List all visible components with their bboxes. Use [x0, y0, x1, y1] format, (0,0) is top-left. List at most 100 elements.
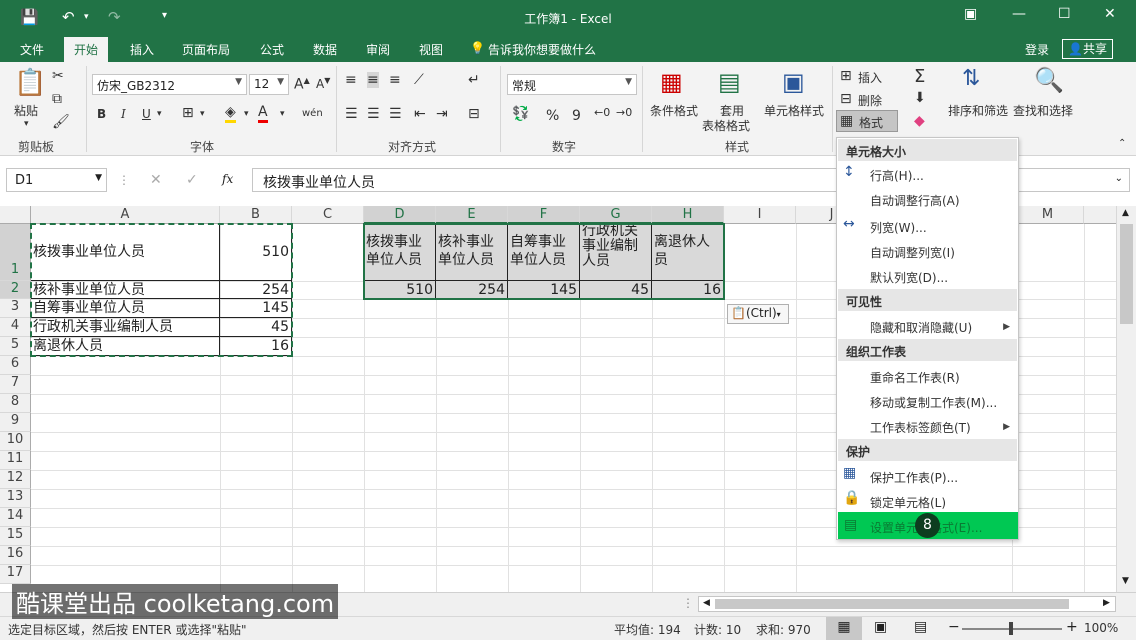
increase-indent-icon[interactable]: ⇥: [436, 106, 448, 122]
decrease-decimal-icon[interactable]: →0: [616, 106, 632, 119]
align-top-icon[interactable]: ≡: [345, 72, 357, 88]
column-header-f[interactable]: F: [508, 206, 580, 224]
tab-home[interactable]: 开始: [64, 37, 109, 62]
close-button[interactable]: ✕: [1104, 6, 1116, 22]
column-header-b[interactable]: B: [220, 206, 292, 224]
column-header-d[interactable]: D: [364, 206, 436, 224]
autosum-icon[interactable]: Σ: [914, 66, 925, 87]
menu-item-row-height[interactable]: 行高(H)...: [870, 167, 924, 184]
scroll-down-icon[interactable]: ▼: [1122, 576, 1129, 586]
row-header-2[interactable]: 2: [0, 281, 31, 299]
row-header-4[interactable]: 4: [0, 318, 31, 337]
font-name-combo[interactable]: 仿宋_GB2312 ▼: [92, 74, 247, 95]
italic-button[interactable]: I: [121, 107, 126, 121]
paste-button[interactable]: 粘贴: [14, 102, 38, 119]
orientation-icon[interactable]: ⟋: [414, 72, 424, 88]
menu-item-hide-unhide[interactable]: 隐藏和取消隐藏(U): [870, 319, 972, 336]
format-button[interactable]: ▦ 格式: [836, 110, 898, 132]
row-header-17[interactable]: 17: [0, 565, 31, 584]
page-layout-view-icon[interactable]: ▣: [874, 619, 887, 635]
menu-item-autofit-column[interactable]: 自动调整列宽(I): [870, 244, 955, 261]
align-right-icon[interactable]: ☰: [389, 106, 402, 122]
fill-color-icon[interactable]: ◈: [225, 104, 236, 123]
menu-item-rename-sheet[interactable]: 重命名工作表(R): [870, 369, 960, 386]
column-header-m[interactable]: M: [1012, 206, 1084, 224]
column-header-h[interactable]: H: [652, 206, 724, 224]
increase-font-icon[interactable]: A▲: [294, 76, 310, 93]
font-color-dropdown-icon[interactable]: ▾: [280, 109, 285, 119]
column-header-e[interactable]: E: [436, 206, 508, 224]
font-color-icon[interactable]: A: [258, 104, 268, 123]
menu-item-format-cells[interactable]: ▤ 设置单元格格式(E)... 8: [838, 512, 1018, 539]
font-size-combo[interactable]: 12 ▼: [249, 74, 289, 95]
copy-icon[interactable]: ⧉: [52, 91, 62, 107]
tab-insert[interactable]: 插入: [130, 41, 154, 58]
column-header-a[interactable]: A: [31, 206, 220, 224]
zoom-slider-thumb[interactable]: [1009, 622, 1013, 635]
column-header-g[interactable]: G: [580, 206, 652, 224]
decrease-font-icon[interactable]: A▼: [316, 76, 330, 91]
scroll-thumb[interactable]: [715, 599, 1069, 609]
cut-icon[interactable]: ✂: [52, 68, 64, 84]
tab-page-layout[interactable]: 页面布局: [182, 41, 230, 58]
tab-view[interactable]: 视图: [419, 41, 443, 58]
delete-cells-button[interactable]: 删除: [858, 92, 882, 109]
menu-item-move-copy[interactable]: 移动或复制工作表(M)...: [870, 394, 997, 411]
find-select-button[interactable]: 查找和选择: [1013, 102, 1073, 119]
insert-function-icon[interactable]: fx: [222, 172, 233, 186]
menu-item-tab-color[interactable]: 工作表标签颜色(T): [870, 419, 971, 436]
conditional-format-button[interactable]: 条件格式: [650, 102, 698, 119]
row-header-13[interactable]: 13: [0, 489, 31, 508]
paste-dropdown-icon[interactable]: ▾: [24, 119, 29, 129]
tell-me-box[interactable]: 告诉我你想要做什么: [488, 41, 596, 58]
maximize-button[interactable]: ☐: [1058, 6, 1071, 22]
login-link[interactable]: 登录: [1025, 41, 1049, 58]
row-header-5[interactable]: 5: [0, 337, 31, 356]
vertical-scrollbar[interactable]: ▲ ▼: [1116, 206, 1136, 592]
comma-button[interactable]: 9: [572, 108, 581, 124]
select-all-button[interactable]: [0, 206, 31, 224]
merge-center-icon[interactable]: ⊟: [468, 106, 480, 122]
tab-data[interactable]: 数据: [313, 41, 337, 58]
increase-decimal-icon[interactable]: ←0: [594, 106, 610, 119]
column-header-n[interactable]: [1084, 206, 1116, 224]
minimize-button[interactable]: —: [1012, 6, 1026, 22]
tab-file[interactable]: 文件: [20, 41, 44, 58]
row-header-11[interactable]: 11: [0, 451, 31, 470]
row-header-15[interactable]: 15: [0, 527, 31, 546]
menu-item-autofit-row[interactable]: 自动调整行高(A): [870, 192, 960, 209]
zoom-out-icon[interactable]: −: [948, 619, 960, 635]
tab-review[interactable]: 审阅: [366, 41, 390, 58]
insert-cells-button[interactable]: 插入: [858, 69, 882, 86]
align-bottom-icon[interactable]: ≡: [389, 72, 401, 88]
table-format-button-line2[interactable]: 表格格式: [702, 117, 750, 134]
delete-cells-icon[interactable]: ⊟: [840, 91, 852, 107]
format-painter-icon[interactable]: 🖌: [52, 114, 70, 130]
cell-style-icon[interactable]: ▣: [782, 68, 805, 96]
zoom-level[interactable]: 100%: [1084, 621, 1118, 635]
menu-item-default-width[interactable]: 默认列宽(D)...: [870, 269, 948, 286]
decrease-indent-icon[interactable]: ⇤: [414, 106, 426, 122]
page-break-view-icon[interactable]: ▤: [914, 619, 927, 635]
row-header-1[interactable]: 1: [0, 224, 31, 281]
zoom-in-icon[interactable]: +: [1066, 619, 1078, 635]
paste-options-button[interactable]: 📋(Ctrl)▾: [727, 304, 789, 324]
name-box[interactable]: D1 ▼: [6, 168, 107, 192]
bold-button[interactable]: B: [97, 107, 106, 121]
number-format-combo[interactable]: 常规 ▼: [507, 74, 637, 95]
wrap-text-icon[interactable]: ↵: [468, 72, 480, 88]
row-header-7[interactable]: 7: [0, 375, 31, 394]
phonetic-button[interactable]: wén: [302, 108, 323, 119]
column-header-c[interactable]: C: [292, 206, 364, 224]
row-header-14[interactable]: 14: [0, 508, 31, 527]
scroll-right-icon[interactable]: ▶: [1103, 598, 1110, 608]
row-header-9[interactable]: 9: [0, 413, 31, 432]
ribbon-display-options-icon[interactable]: ▣: [964, 6, 977, 22]
table-format-icon[interactable]: ▤: [718, 68, 741, 96]
align-left-icon[interactable]: ☰: [345, 106, 358, 122]
row-header-6[interactable]: 6: [0, 356, 31, 375]
fill-color-dropdown-icon[interactable]: ▾: [244, 109, 249, 119]
enter-icon[interactable]: ✓: [186, 172, 198, 188]
conditional-format-icon[interactable]: ▦: [660, 68, 683, 96]
share-button[interactable]: 👤共享: [1062, 39, 1113, 59]
